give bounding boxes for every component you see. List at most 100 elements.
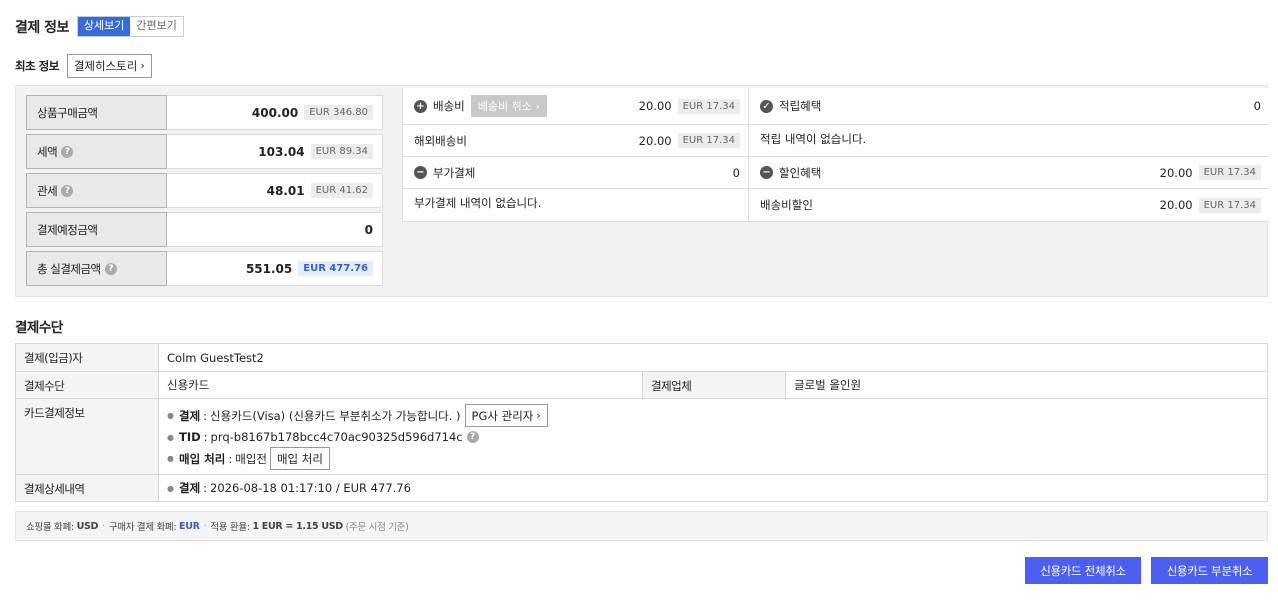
payer-label: 결제(입금)자 [16,344,159,371]
discount-row: − 할인혜택 20.00 EUR 17.34 [749,157,1269,189]
tax-value: 103.04 EUR 89.34 [167,134,383,169]
shipping-eur: EUR 17.34 [677,98,740,114]
help-icon[interactable]: ? [61,184,74,197]
overseas-shipping-amount: 20.00 EUR 17.34 [639,133,740,148]
overseas-shipping-label: 해외배송비 [414,133,467,148]
discount-eur: EUR 17.34 [1198,165,1261,180]
method-label: 결제수단 [16,372,159,398]
view-toggle: 상세보기 간편보기 [76,16,184,37]
tab-detail-view[interactable]: 상세보기 [77,17,131,36]
tid-key: TID [178,430,201,444]
points-label: 적립혜택 [779,99,822,113]
overseas-shipping-eur: EUR 17.34 [677,133,740,148]
method-row: 결제수단 신용카드 결제업체 글로벌 올인원 [16,372,1267,399]
first-info-label: 최초 정보 [15,59,59,73]
payment-history-button[interactable]: 결제히스토리 › [66,54,152,78]
shipping-cancel-label: 배송비 취소 [477,100,532,113]
shipping-discount-amount: 20.00 EUR 17.34 [1159,197,1261,213]
summary-row-total: 총 실결제금액? 551.05 EUR 477.76 [26,251,383,286]
bullet-icon: ● [167,454,174,463]
provider-label: 결제업체 [643,372,786,398]
tax-eur: EUR 89.34 [310,144,373,159]
chevron-right-icon: › [536,408,541,422]
discount-label: 할인혜택 [779,165,822,180]
payment-method-title: 결제수단 [15,320,63,336]
points-empty-text: 적립 내역이 없습니다. [760,132,867,146]
check-circle-icon: ✓ [760,99,773,113]
shipping-discount-label: 배송비할인 [760,198,813,212]
plus-circle-icon: + [414,99,427,113]
shipping-cancel-button[interactable]: 배송비 취소 › [470,95,547,117]
shipping-discount-row: 배송비할인 20.00 EUR 17.34 [749,189,1269,222]
payment-history-label: 결제히스토리 [73,59,138,73]
payment-detail-text: 2026-08-18 01:17:10 / EUR 477.76 [210,481,411,495]
total-label: 총 실결제금액? [26,251,167,286]
shop-currency-value: USD [76,520,99,532]
shipping-amount: 20.00 EUR 17.34 [638,98,740,114]
duty-value: 48.01 EUR 41.62 [167,173,383,208]
points-number: 0 [1253,99,1261,113]
payment-detail-label: 결제상세내역 [16,475,159,501]
duty-label-text: 관세 [37,183,58,198]
card-payment-key: 결제 [178,408,201,423]
product-amount-number: 400.00 [251,105,299,120]
payment-summary-box: 상품구매금액 400.00 EUR 346.80 세액? 103.04 EUR … [15,85,1269,297]
shipping-label: 배송비 [433,99,465,113]
duty-eur: EUR 41.62 [310,183,373,198]
bullet-icon: ● [167,432,174,442]
scheduled-label: 결제예정금액 [26,212,167,247]
help-icon[interactable]: ? [61,145,74,158]
full-cancel-button[interactable]: 신용카드 전체취소 [1025,557,1141,584]
help-icon[interactable]: ? [104,262,117,275]
tid-value: prq-b8167b178bcc4c70ac90325d596d714c [210,430,463,444]
total-value: 551.05 EUR 477.76 [167,251,383,286]
discount-amount: 20.00 EUR 17.34 [1160,165,1261,180]
payment-detail-key: 결제 [178,481,201,495]
product-amount-value: 400.00 EUR 346.80 [167,95,383,130]
overseas-shipping-number: 20.00 [638,133,672,148]
payment-detail-panel: + 배송비 배송비 취소 › 20.00 EUR 17.34 해외배송비 20.0… [402,88,1269,222]
buyer-currency-label: 구매자 결제 화폐: [108,522,177,533]
product-amount-label: 상품구매금액 [26,95,167,130]
shipping-discount-number: 20.00 [1159,198,1193,212]
card-info-row: 카드결제정보 ● 결제 : 신용카드(Visa) (신용카드 부분취소가 가능합… [16,399,1267,475]
total-number: 551.05 [245,261,293,276]
card-payment-value: 신용카드(Visa) (신용카드 부분취소가 가능합니다. ) [210,408,461,423]
total-label-text: 총 실결제금액 [37,261,101,276]
pg-admin-button[interactable]: PG사 관리자 › [464,404,548,427]
summary-row-scheduled: 결제예정금액 0 [26,212,383,247]
page-title: 결제 정보 [15,19,69,36]
exchange-rate-value: 1 EUR = 1.15 USD [252,520,343,532]
bullet-icon: ● [167,483,174,493]
exchange-rate-note: (주문 시점 기준) [345,522,409,533]
provider-value: 글로벌 올인원 [794,378,862,392]
duty-label: 관세? [26,173,167,208]
title-row: 결제 정보 상세보기 간편보기 [15,16,184,37]
additional-label: 부가결제 [433,165,476,180]
card-info-value: ● 결제 : 신용카드(Visa) (신용카드 부분취소가 가능합니다. ) P… [159,399,1267,474]
overseas-shipping-row: 해외배송비 20.00 EUR 17.34 [403,125,748,157]
payment-detail-row: 결제상세내역 ● 결제 : 2026-08-18 01:17:10 / EUR … [16,475,1267,501]
bullet-icon: ● [167,411,174,420]
chevron-right-icon: › [140,59,145,72]
points-empty-row: 적립 내역이 없습니다. [749,125,1269,157]
card-info-label: 카드결제정보 [16,399,159,474]
first-info-row: 최초 정보 결제히스토리 › [15,54,152,78]
shop-currency-label: 쇼핑몰 화폐: [26,522,74,533]
purchase-line: ● 매입 처리 : 매입전 매입 처리 [167,447,1259,470]
exchange-rate-label: 적용 환율: [210,522,250,533]
additional-amount: 0 [733,166,740,180]
purchase-process-button[interactable]: 매입 처리 [269,447,330,470]
pg-admin-label: PG사 관리자 [471,408,534,423]
currency-info-bar: 쇼핑몰 화폐: USD · 구매자 결제 화폐: EUR · 적용 환율: 1 … [15,511,1268,541]
partial-cancel-button[interactable]: 신용카드 부분취소 [1151,557,1268,584]
points-amount: 0 [1254,99,1261,113]
summary-row-tax: 세액? 103.04 EUR 89.34 [26,134,383,169]
tax-number: 103.04 [258,144,305,159]
help-icon[interactable]: ? [466,431,479,443]
discount-number: 20.00 [1159,165,1193,180]
card-payment-line: ● 결제 : 신용카드(Visa) (신용카드 부분취소가 가능합니다. ) P… [167,404,1259,427]
tab-simple-view[interactable]: 간편보기 [130,17,183,36]
summary-row-product: 상품구매금액 400.00 EUR 346.80 [26,95,383,130]
shipping-number: 20.00 [638,99,672,113]
